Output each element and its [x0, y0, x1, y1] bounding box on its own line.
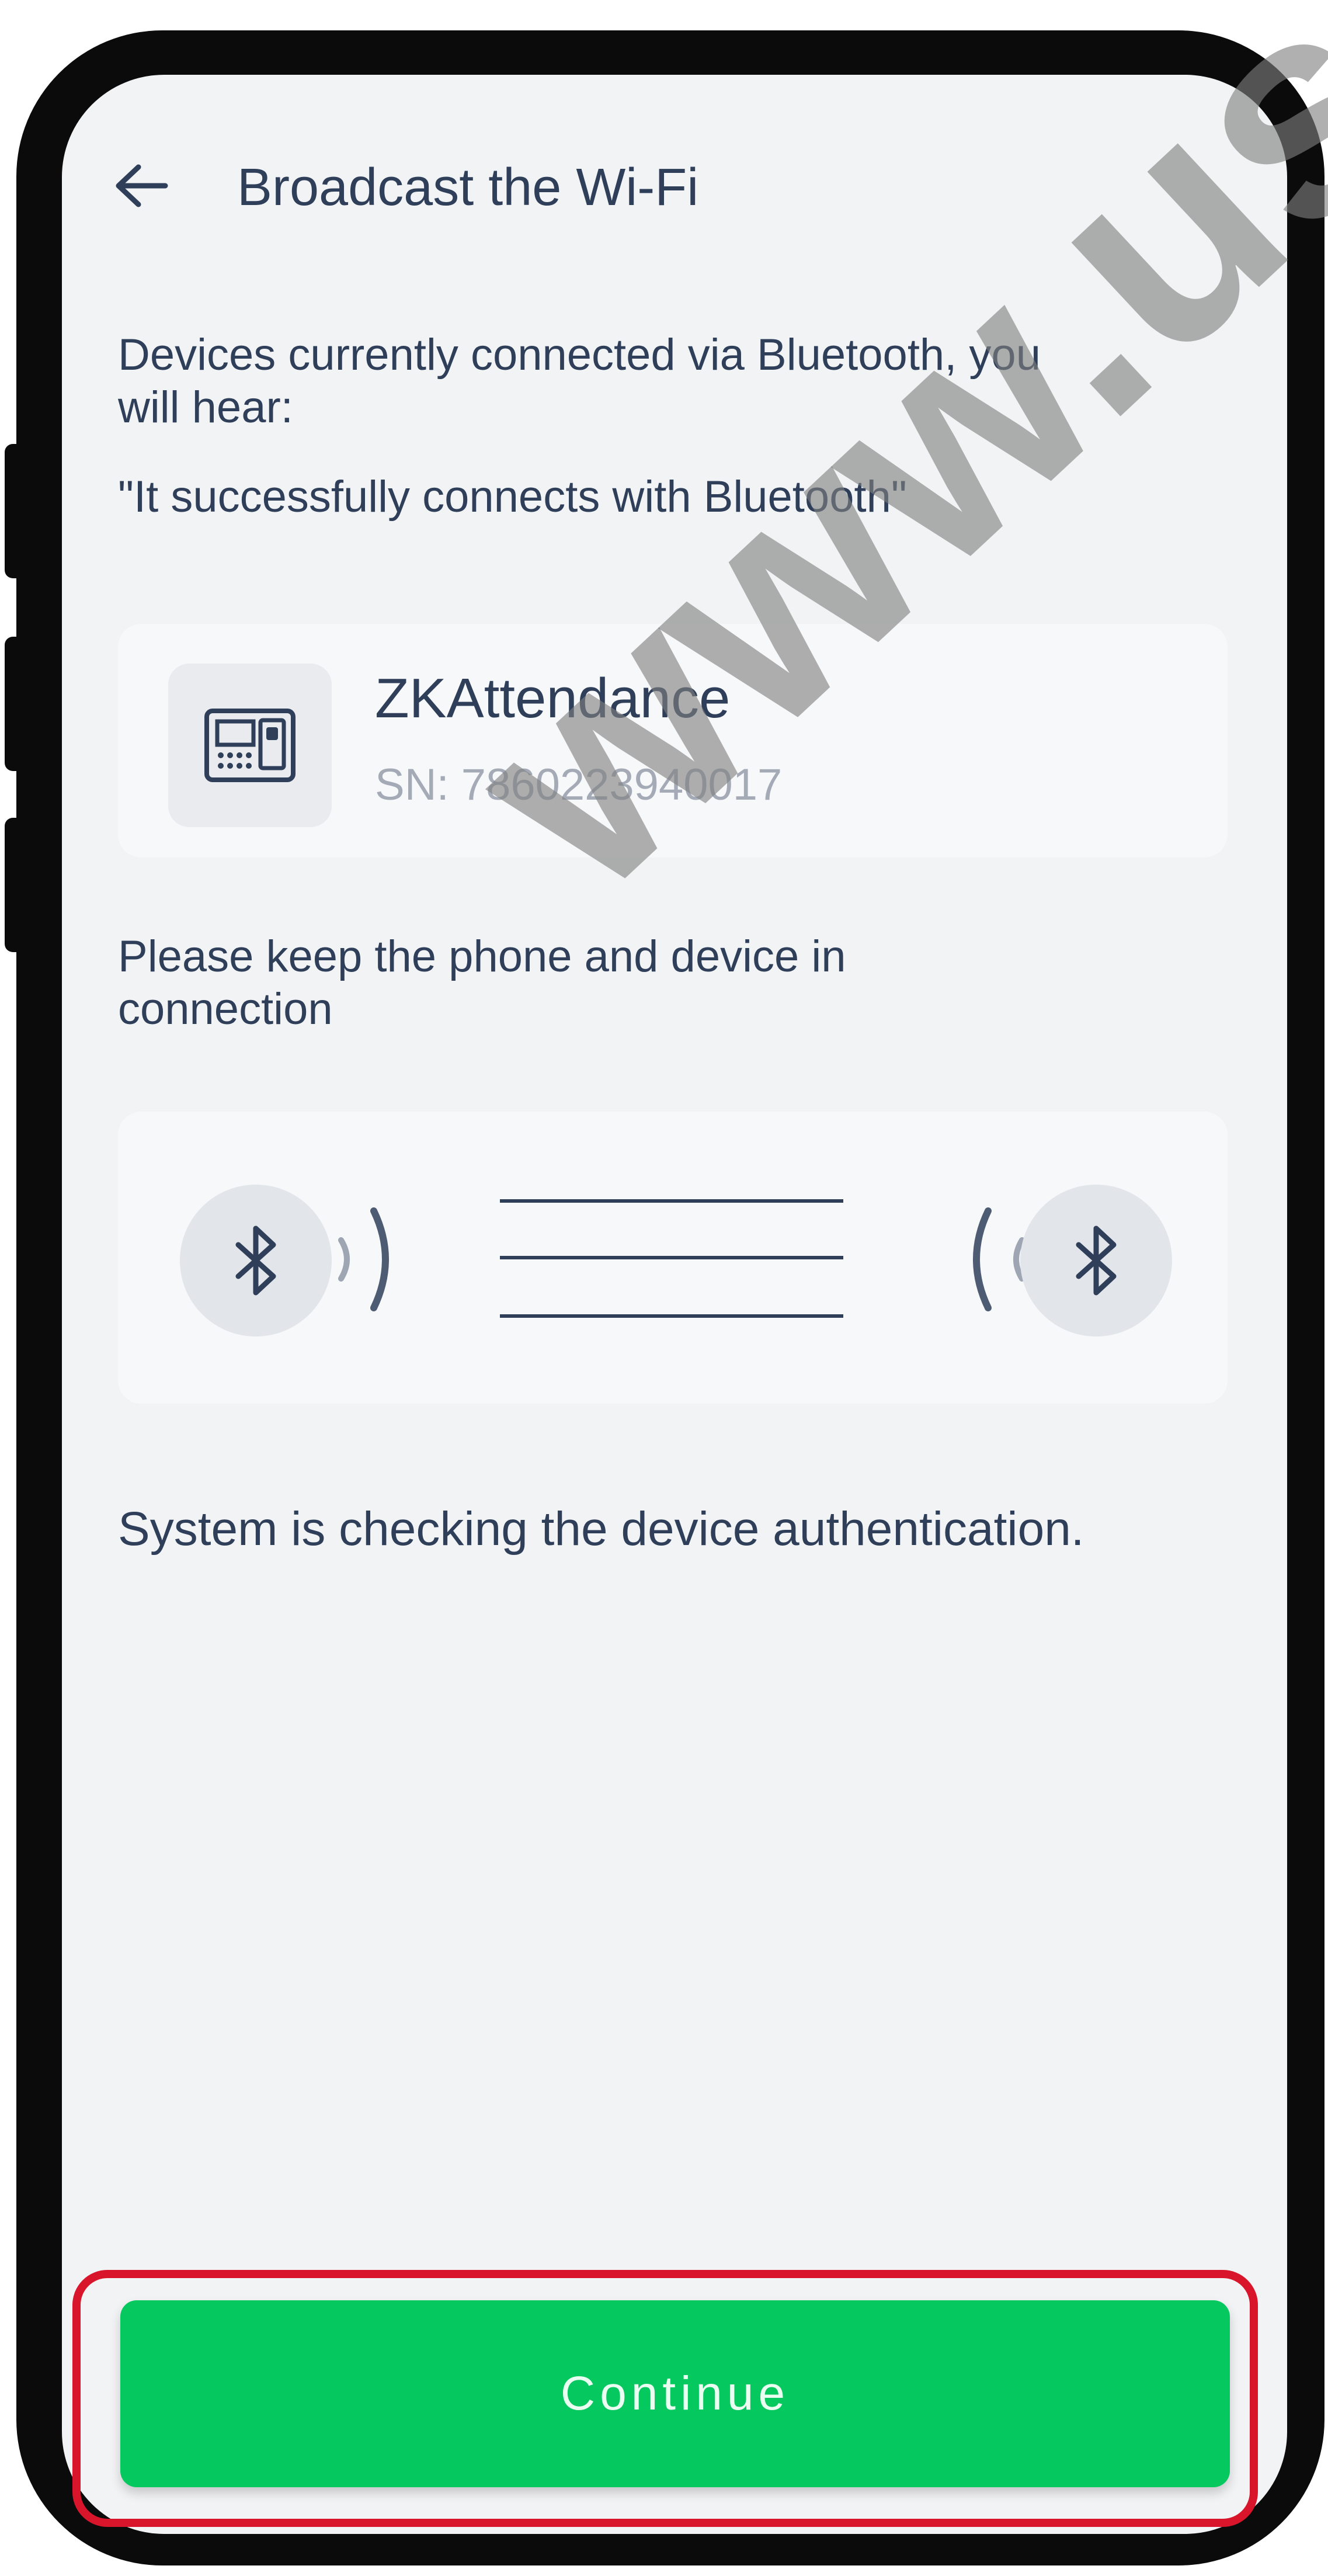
- info-text: Devices currently connected via Bluetoot…: [118, 330, 1041, 380]
- page-title: Broadcast the Wi-Fi: [237, 158, 699, 217]
- phone-side-button: [5, 818, 28, 952]
- arrow-left-icon: [116, 164, 168, 207]
- info-quote: "It successfully connects with Bluetooth…: [118, 472, 907, 522]
- attendance-terminal-icon: [204, 709, 296, 782]
- phone-side-button: [5, 637, 28, 771]
- device-serial-number: SN: 7860223940017: [375, 760, 783, 810]
- phone-bluetooth-badge: [180, 1185, 332, 1336]
- bluetooth-icon: [235, 1225, 276, 1296]
- back-button[interactable]: [109, 154, 173, 218]
- connection-hint: Please keep the phone and device in: [118, 932, 846, 981]
- bluetooth-connection-card: [118, 1112, 1228, 1404]
- connection-hint: connection: [118, 984, 333, 1034]
- device-icon-box: [168, 664, 332, 827]
- highlight-box: [72, 2270, 1258, 2527]
- app-screen: Broadcast the Wi-Fi Devices currently co…: [62, 75, 1287, 2534]
- device-card[interactable]: ZKAttendance SN: 7860223940017: [118, 624, 1228, 857]
- device-bluetooth-badge: [1020, 1185, 1172, 1336]
- device-name: ZKAttendance: [375, 667, 731, 730]
- signal-waves-icon: [500, 1199, 843, 1318]
- signal-waves-left-icon: [338, 1207, 389, 1311]
- phone-side-button: [5, 444, 28, 578]
- info-text: will hear:: [118, 383, 293, 432]
- status-message: System is checking the device authentica…: [118, 1502, 1084, 1556]
- bluetooth-icon: [1076, 1225, 1117, 1296]
